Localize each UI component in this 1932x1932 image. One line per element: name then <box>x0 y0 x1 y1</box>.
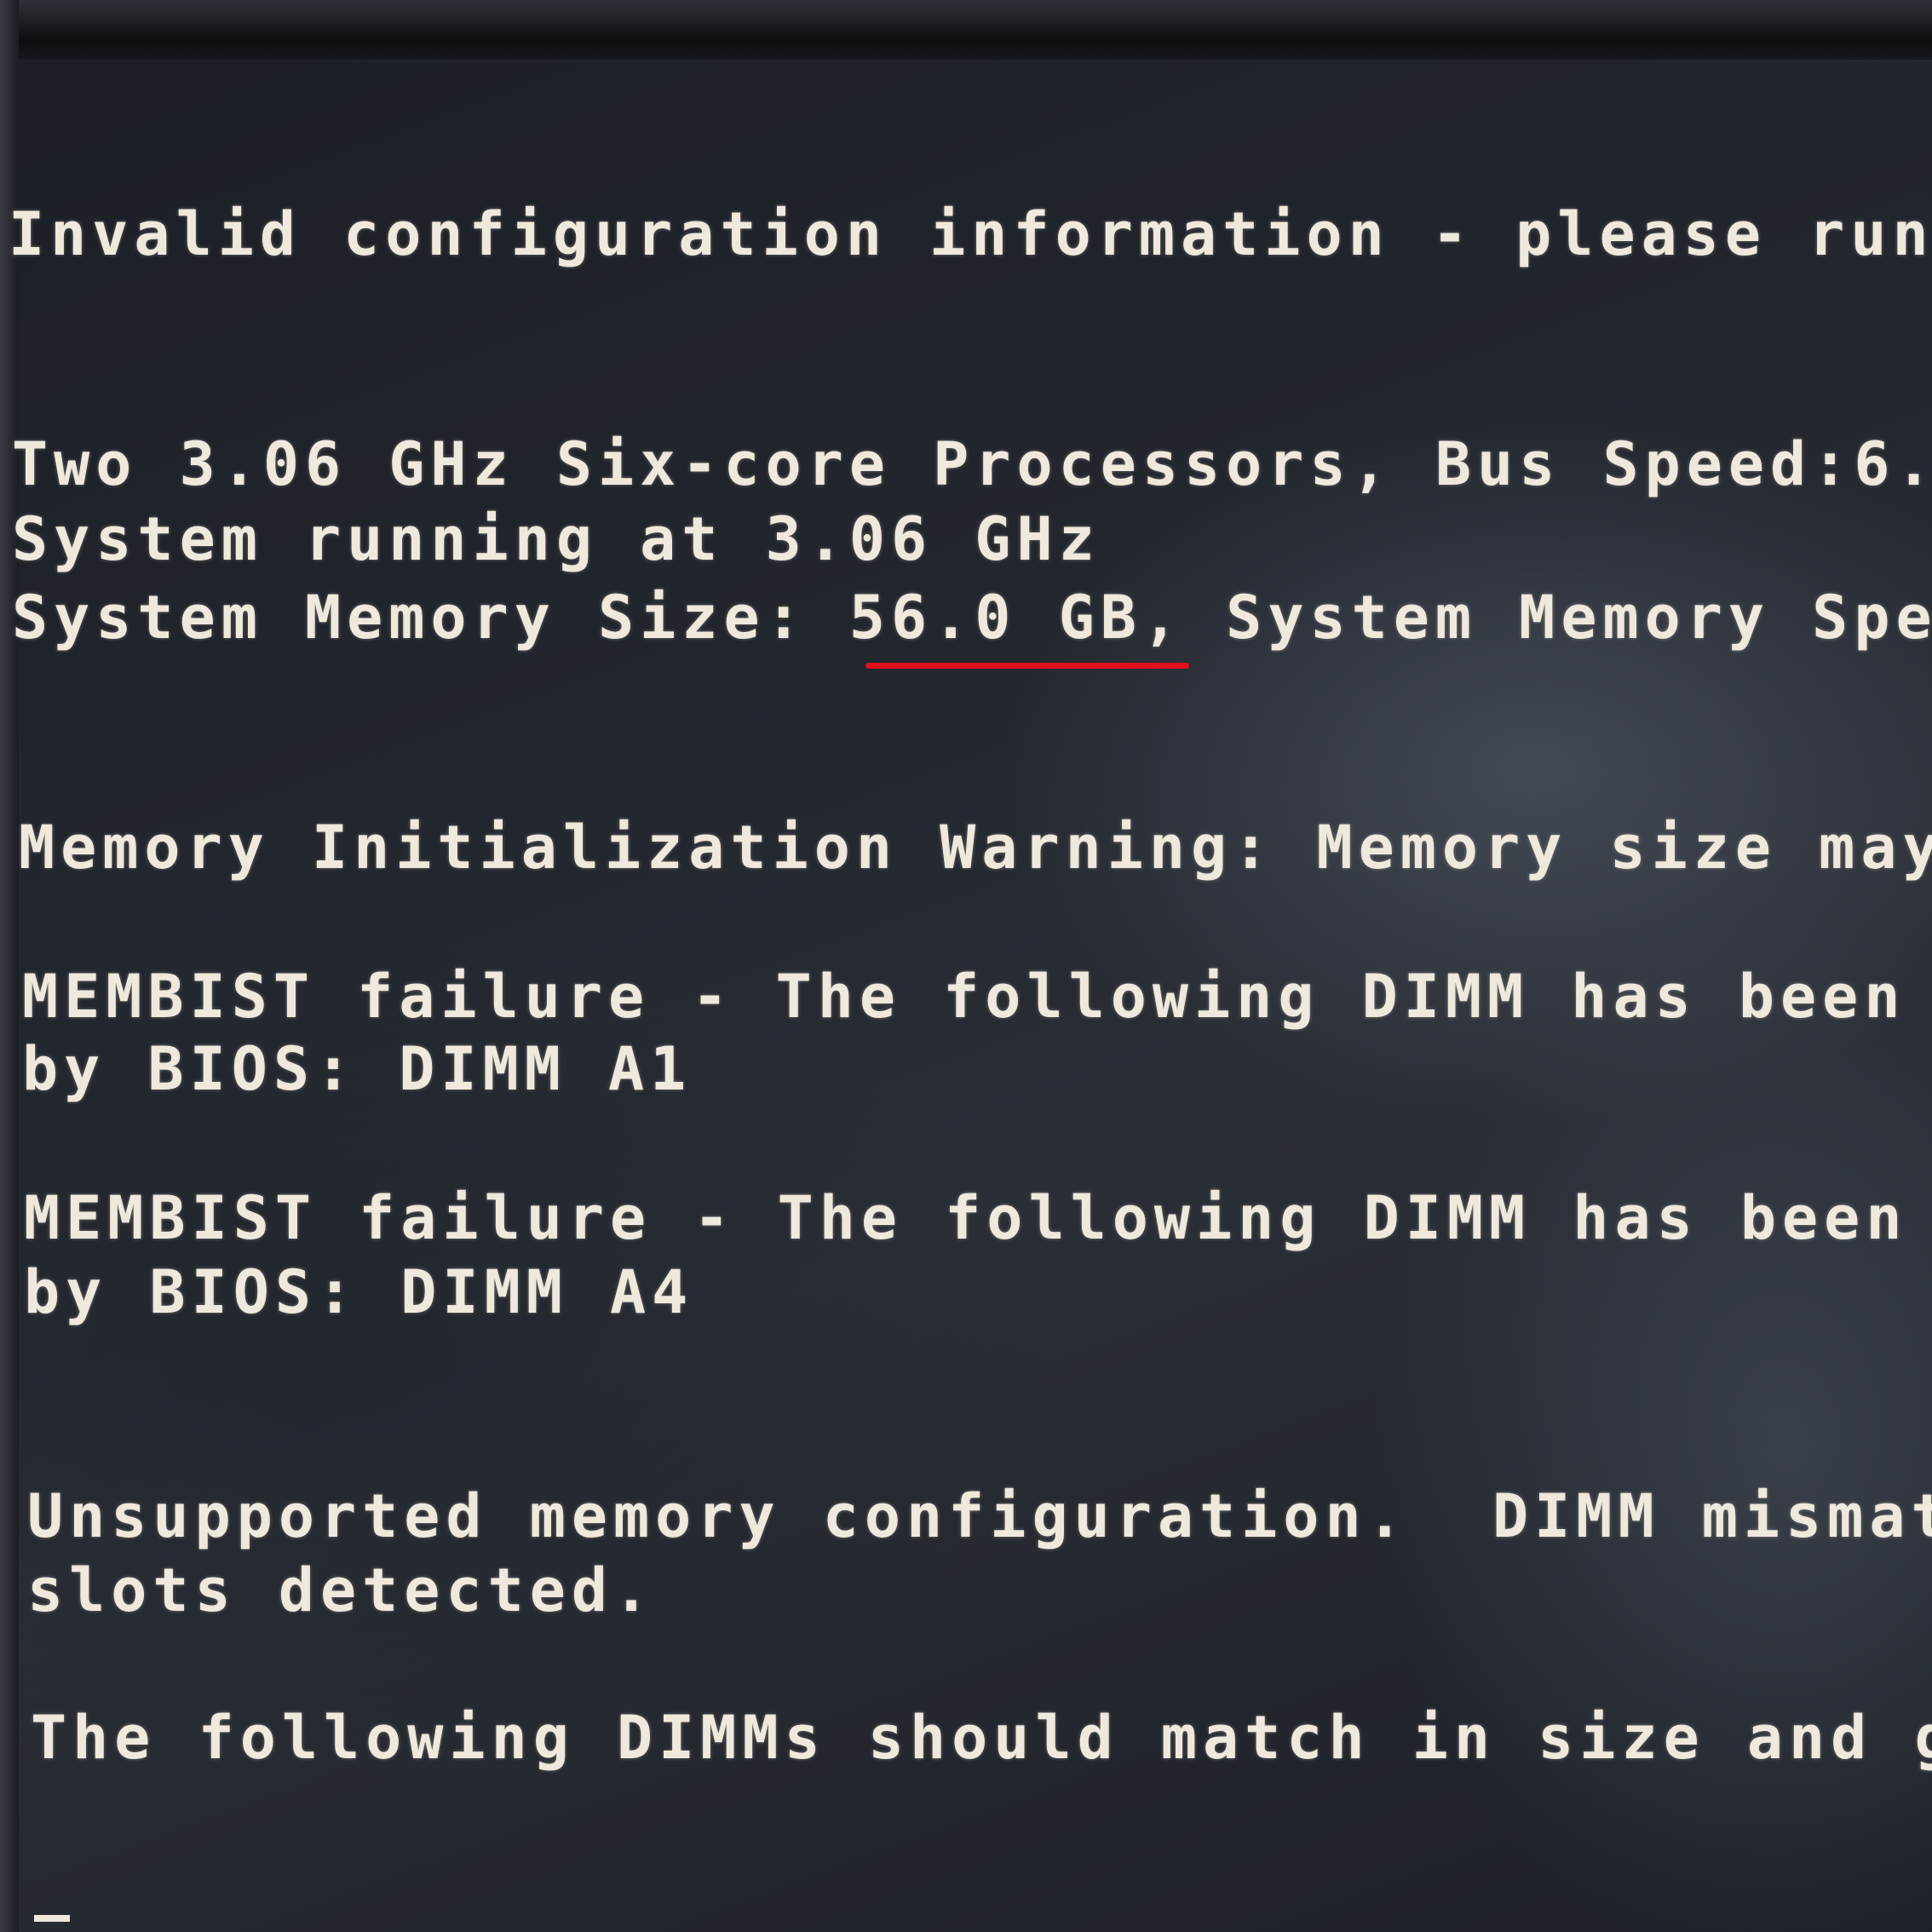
memory-size-value: 56.0 GB, <box>848 583 1185 653</box>
membist-failure-2: MEMBIST failure - The following DIMM has… <box>24 1183 1932 1253</box>
membist-failure-1-dimm: by BIOS: DIMM A1 <box>22 1034 693 1104</box>
invalid-config-message: Invalid configuration information - plea… <box>9 199 1932 269</box>
system-speed-line: System running at 3.06 GHz <box>12 504 1101 574</box>
monitor-bezel-left <box>0 0 19 1932</box>
slots-detected-line: slots detected. <box>27 1555 656 1625</box>
text-cursor <box>34 1915 70 1922</box>
dimms-should-match-line: The following DIMMs should match in size… <box>31 1703 1932 1773</box>
memory-size-line: System Memory Size: 56.0 GB, System Memo… <box>12 588 1932 647</box>
unsupported-memory-config: Unsupported memory configuration. DIMM m… <box>27 1481 1932 1551</box>
membist-failure-2-dimm: by BIOS: DIMM A4 <box>24 1257 694 1327</box>
memory-size-label: System Memory Size: <box>12 583 849 653</box>
memory-size-red-underline <box>865 663 1189 669</box>
memory-speed-label: System Memory Spe <box>1184 583 1932 653</box>
memory-init-warning: Memory Initialization Warning: Memory si… <box>19 813 1932 883</box>
monitor-bezel-top <box>0 0 1932 60</box>
membist-failure-1: MEMBIST failure - The following DIMM has… <box>22 962 1932 1032</box>
processor-info-line: Two 3.06 GHz Six-core Processors, Bus Sp… <box>12 429 1932 499</box>
bios-post-screen: Invalid configuration information - plea… <box>0 0 1932 1932</box>
